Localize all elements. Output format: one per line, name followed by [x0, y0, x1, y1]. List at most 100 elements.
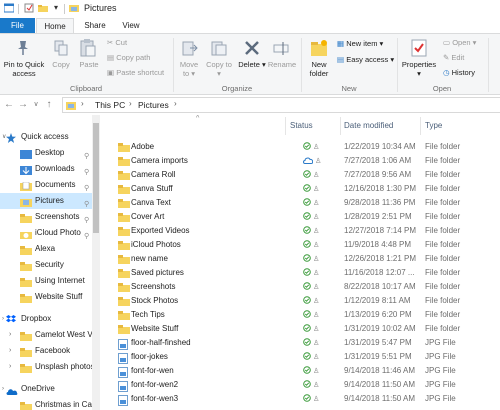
cut-label: Cut	[115, 38, 128, 47]
file-row[interactable]: Camera imports ♙ 7/27/2018 1:06 AM File fol…	[114, 154, 500, 168]
address-bar[interactable]: › This PC › Pictures ›	[62, 97, 500, 113]
chevron-right-icon[interactable]: ›	[9, 343, 11, 359]
nav-item-facebook[interactable]: › Facebook	[0, 343, 92, 359]
nav-item-pictures[interactable]: Pictures ⚲	[0, 193, 92, 209]
new-folder-button[interactable]: New folder	[304, 60, 334, 78]
date-modified: 11/16/2018 12:07 ...	[344, 268, 415, 277]
nav-item-label: Security	[35, 260, 64, 269]
pinned-icon: ⚲	[84, 185, 90, 192]
tab-view[interactable]: View	[116, 18, 146, 33]
paste-shortcut-label: Paste shortcut	[116, 68, 165, 77]
file-row[interactable]: Website Stuff ♙ 1/31/2019 10:02 AM File fol…	[114, 322, 500, 336]
edit-label: Edit	[451, 53, 465, 62]
nav-item-label: iCloud Photo	[35, 228, 81, 237]
breadcrumb-pictures[interactable]: Pictures	[138, 100, 169, 110]
file-type: File folder	[425, 324, 461, 333]
chevron-right-icon[interactable]: ›	[2, 311, 4, 327]
file-row[interactable]: Canva Stuff ♙ 12/16/2018 1:30 PM File folde…	[114, 182, 500, 196]
date-modified: 1/28/2019 2:51 PM	[344, 212, 412, 221]
nav-item-christmas-in-ca[interactable]: Christmas in Ca	[0, 397, 92, 410]
chevron-right-icon[interactable]: ›	[2, 381, 4, 397]
properties-quick-icon[interactable]	[24, 3, 34, 13]
nav-item-dropbox[interactable]: › Dropbox	[0, 311, 92, 327]
file-row[interactable]: Saved pictures ♙ 11/16/2018 12:07 ... File …	[114, 266, 500, 280]
easy-access-button[interactable]: ▤ Easy access ▾	[337, 55, 394, 64]
column-divider[interactable]	[420, 117, 421, 135]
file-row[interactable]: Screenshots ♙ 8/22/2018 10:17 AM File folde…	[114, 280, 500, 294]
breadcrumb-this-pc[interactable]: This PC	[95, 100, 125, 110]
forward-button[interactable]: →	[17, 98, 29, 112]
properties-button[interactable]: Properties ▾	[398, 60, 440, 78]
file-row[interactable]: new name ♙ 12/26/2018 1:21 PM File folder	[114, 252, 500, 266]
chevron-right-icon[interactable]: ›	[9, 359, 11, 375]
back-button[interactable]: ←	[3, 98, 15, 112]
nav-item-screenshots[interactable]: Screenshots ⚲	[0, 209, 92, 225]
nav-item-website-stuff[interactable]: Website Stuff	[0, 289, 92, 305]
file-name: floor-jokes	[131, 352, 168, 361]
move-to-button[interactable]: Move to ▾	[176, 60, 202, 78]
rename-button[interactable]: Rename	[266, 60, 298, 69]
open-icon: ▭	[443, 38, 451, 47]
nav-item-icloud-photo[interactable]: iCloud Photo ⚲	[0, 225, 92, 241]
file-row[interactable]: iCloud Photos ♙ 11/9/2018 4:48 PM File fold…	[114, 238, 500, 252]
new-item-button[interactable]: ▦ New item ▾	[337, 39, 383, 48]
folder-icon	[20, 245, 32, 257]
file-type: File folder	[425, 142, 461, 151]
file-row[interactable]: Camera Roll ♙ 7/27/2018 9:56 AM File folder	[114, 168, 500, 182]
nav-item-downloads[interactable]: Downloads ⚲	[0, 161, 92, 177]
column-header-type[interactable]: Type	[425, 121, 442, 130]
file-row[interactable]: Stock Photos ♙ 1/12/2019 8:11 AM File folde…	[114, 294, 500, 308]
new-folder-quick-icon[interactable]	[38, 3, 48, 13]
properties-label: Properties	[401, 60, 437, 69]
nav-item-camelot-west-vi[interactable]: › Camelot West Vi	[0, 327, 92, 343]
pin-quick-access-button[interactable]: Pin to Quick access	[2, 60, 46, 78]
customize-toolbar-dropdown[interactable]: ▾	[54, 3, 58, 12]
file-row[interactable]: Cover Art ♙ 1/28/2019 2:51 PM File folder	[114, 210, 500, 224]
delete-button[interactable]: Delete ▾	[238, 60, 266, 69]
nav-item-label: Pictures	[35, 196, 64, 205]
history-button[interactable]: ◷ History	[443, 68, 475, 77]
file-row[interactable]: Adobe ♙ 1/22/2019 10:34 AM File folder	[114, 140, 500, 154]
file-row[interactable]: floor-half-finshed ♙ 1/31/2019 5:47 PM JPG …	[114, 336, 500, 350]
tab-share[interactable]: Share	[80, 18, 110, 33]
file-row[interactable]: font-for-wen2 ♙ 9/14/2018 11:50 AM JPG File	[114, 378, 500, 392]
date-modified: 7/27/2018 9:56 AM	[344, 170, 412, 179]
cut-button[interactable]: ✂ Cut	[107, 38, 127, 47]
paste-button[interactable]: Paste	[76, 60, 102, 69]
open-button[interactable]: ▭ Open ▾	[443, 38, 476, 47]
file-row[interactable]: font-for-wen3 ♙ 9/14/2018 11:50 AM JPG File	[114, 392, 500, 406]
column-header-date-modified[interactable]: Date modified	[344, 121, 393, 130]
column-divider[interactable]	[285, 117, 286, 135]
column-divider[interactable]	[340, 117, 341, 135]
file-row[interactable]: Canva Text ♙ 9/28/2018 11:36 PM File folder	[114, 196, 500, 210]
copy-to-button[interactable]: Copy to ▾	[205, 60, 233, 78]
edit-button[interactable]: ✎ Edit	[443, 53, 464, 62]
nav-item-desktop[interactable]: Desktop ⚲	[0, 145, 92, 161]
file-row[interactable]: font-for-wen ♙ 9/14/2018 11:46 AM JPG File	[114, 364, 500, 378]
nav-item-unsplash-photos[interactable]: › Unsplash photos	[0, 359, 92, 375]
nav-item-quick-access[interactable]: ∨ Quick access	[0, 129, 92, 145]
file-row[interactable]: Tech Tips ♙ 1/13/2019 6:20 PM File folder	[114, 308, 500, 322]
recent-locations-button[interactable]: ∨	[30, 98, 42, 112]
nav-item-label: Quick access	[21, 132, 69, 141]
breadcrumb-separator: ›	[174, 99, 177, 108]
title-separator	[64, 4, 65, 14]
nav-pane-scrollbar[interactable]	[92, 115, 100, 410]
nav-item-documents[interactable]: Documents ⚲	[0, 177, 92, 193]
copy-button[interactable]: Copy	[48, 60, 74, 69]
up-button[interactable]: ↑	[43, 98, 55, 112]
nav-item-onedrive[interactable]: › OneDrive	[0, 381, 92, 397]
nav-item-security[interactable]: Security	[0, 257, 92, 273]
nav-pane-scroll-thumb[interactable]	[93, 123, 99, 233]
column-header-status[interactable]: Status	[290, 121, 313, 130]
tab-file[interactable]: File	[0, 18, 35, 33]
synced-status-icon: ♙	[303, 392, 319, 407]
file-row[interactable]: Exported Videos ♙ 12/27/2018 7:14 PM File f…	[114, 224, 500, 238]
tab-home[interactable]: Home	[36, 18, 74, 33]
file-row[interactable]: floor-jokes ♙ 1/31/2019 5:51 PM JPG File	[114, 350, 500, 364]
paste-shortcut-button[interactable]: ▣ Paste shortcut	[107, 68, 164, 77]
chevron-right-icon[interactable]: ›	[9, 327, 11, 343]
nav-item-alexa[interactable]: Alexa	[0, 241, 92, 257]
nav-item-using-internet[interactable]: Using Internet	[0, 273, 92, 289]
copy-path-button[interactable]: ▤ Copy path	[107, 53, 150, 62]
